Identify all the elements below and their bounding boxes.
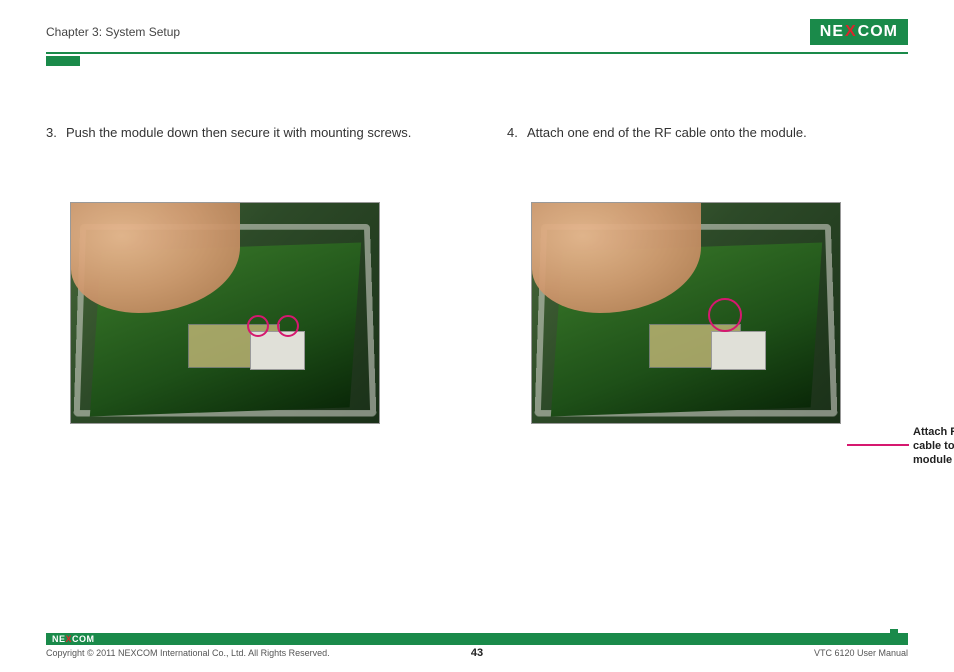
- step-3: 3. Push the module down then secure it w…: [46, 124, 447, 142]
- page-footer: NEXCOM Copyright © 2011 NEXCOM Internati…: [46, 633, 908, 658]
- brand-logo: NEXCOM: [810, 19, 908, 45]
- header-divider: [46, 52, 908, 54]
- footer-decoration-icon: [890, 629, 908, 645]
- logo-text-post: COM: [858, 23, 898, 41]
- callout-leader-line: [847, 444, 909, 446]
- left-column: 3. Push the module down then secure it w…: [46, 124, 447, 424]
- chapter-title: Chapter 3: System Setup: [46, 25, 180, 39]
- copyright-text: Copyright © 2011 NEXCOM International Co…: [46, 648, 330, 658]
- page-header: Chapter 3: System Setup NEXCOM: [46, 18, 908, 46]
- screw-marker-icon: [247, 315, 269, 337]
- step-3-text: Push the module down then secure it with…: [66, 124, 411, 142]
- figure-step-4: [531, 202, 841, 424]
- step-4-text: Attach one end of the RF cable onto the …: [527, 124, 807, 142]
- step-3-number: 3.: [46, 124, 66, 142]
- footer-bar: NEXCOM: [46, 633, 908, 645]
- footer-logo-pre: NE: [52, 634, 66, 644]
- right-column: 4. Attach one end of the RF cable onto t…: [507, 124, 908, 424]
- callout-label: Attach RF cable to the module: [913, 426, 954, 467]
- figure-step-3: [70, 202, 380, 424]
- page-number: 43: [471, 647, 483, 659]
- content-area: 3. Push the module down then secure it w…: [46, 124, 908, 424]
- rf-connector-marker-icon: [708, 298, 742, 332]
- logo-text-x: X: [845, 23, 857, 41]
- footer-logo-post: COM: [72, 634, 95, 644]
- footer-meta: Copyright © 2011 NEXCOM International Co…: [46, 648, 908, 658]
- step-4-number: 4.: [507, 124, 527, 142]
- document-title: VTC 6120 User Manual: [814, 648, 908, 658]
- logo-text-pre: NE: [820, 23, 844, 41]
- footer-logo: NEXCOM: [52, 634, 95, 644]
- step-4: 4. Attach one end of the RF cable onto t…: [507, 124, 908, 142]
- module-illustration: [711, 331, 766, 371]
